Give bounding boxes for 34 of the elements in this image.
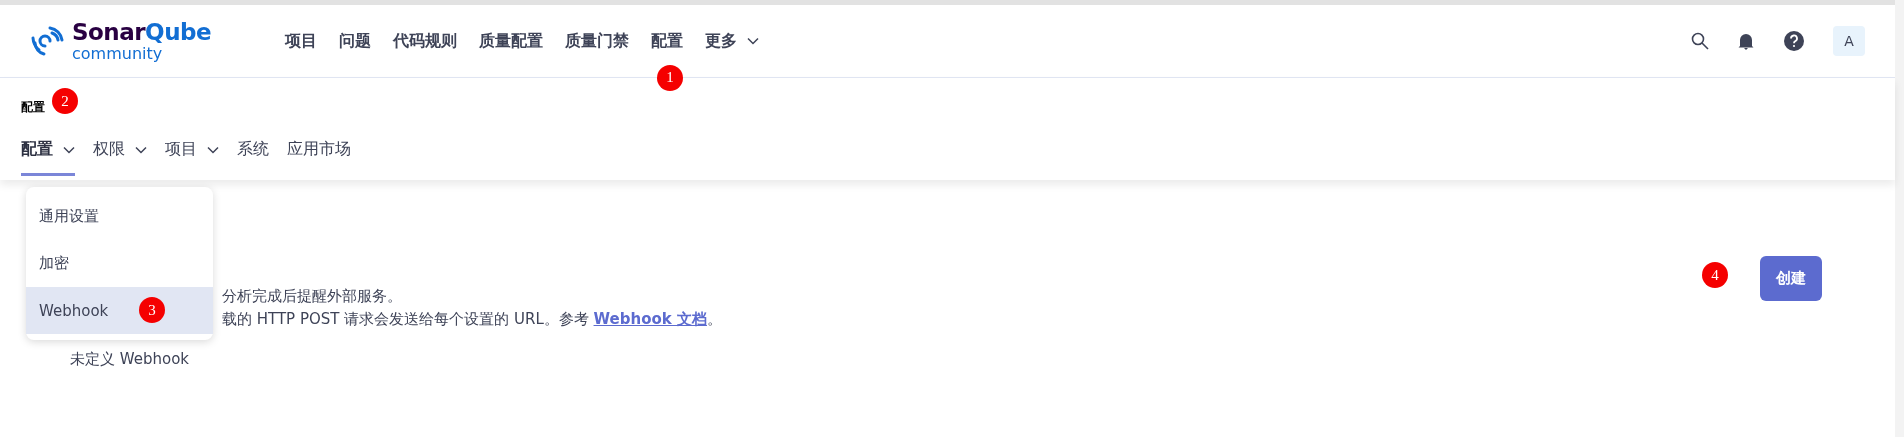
description-text: 载的 HTTP POST 请求会发送给每个设置的 URL。参考 Webhook 文档。 <box>222 309 722 330</box>
tab[interactable]: 系统 <box>237 133 269 176</box>
step-marker: 1 <box>657 64 683 91</box>
chevron-down-icon <box>63 145 75 154</box>
tab[interactable]: 配置 <box>21 133 75 176</box>
chevron-down-icon <box>207 145 219 154</box>
step-marker: 3 <box>139 297 165 323</box>
user-avatar[interactable]: A <box>1833 26 1865 56</box>
nav-link[interactable]: 质量门禁 <box>565 26 629 56</box>
nav-link[interactable]: 更多 <box>705 26 759 56</box>
empty-message: 未定义 Webhook <box>69 349 191 370</box>
description-text: 分析完成后提醒外部服务。 <box>222 286 402 307</box>
menu-item[interactable]: 加密 <box>26 240 213 287</box>
edition-label: community <box>72 44 164 63</box>
nav-link[interactable]: 代码规则 <box>393 26 457 56</box>
create-button[interactable]: 创建 <box>1760 256 1822 301</box>
step-marker: 2 <box>52 88 78 114</box>
nav-link[interactable]: 质量配置 <box>479 26 543 56</box>
page-title: 配置 <box>21 99 45 116</box>
tab[interactable]: 应用市场 <box>287 133 351 176</box>
menu-item[interactable]: 通用设置 <box>26 193 213 240</box>
docs-link[interactable]: Webhook 文档 <box>593 310 707 328</box>
chevron-down-icon <box>135 145 147 154</box>
search-icon[interactable] <box>1691 32 1709 50</box>
logo-text: SonarQube <box>72 19 212 45</box>
help-icon[interactable] <box>1783 30 1805 52</box>
nav-link[interactable]: 项目 <box>285 26 317 56</box>
step-marker: 4 <box>1702 262 1728 288</box>
nav-link[interactable]: 问题 <box>339 26 371 56</box>
tab[interactable]: 权限 <box>93 133 147 176</box>
chevron-down-icon <box>747 37 759 45</box>
tab[interactable]: 项目 <box>165 133 219 176</box>
bell-icon[interactable] <box>1737 31 1755 51</box>
menu-item[interactable]: Webhook 3 <box>26 287 213 334</box>
